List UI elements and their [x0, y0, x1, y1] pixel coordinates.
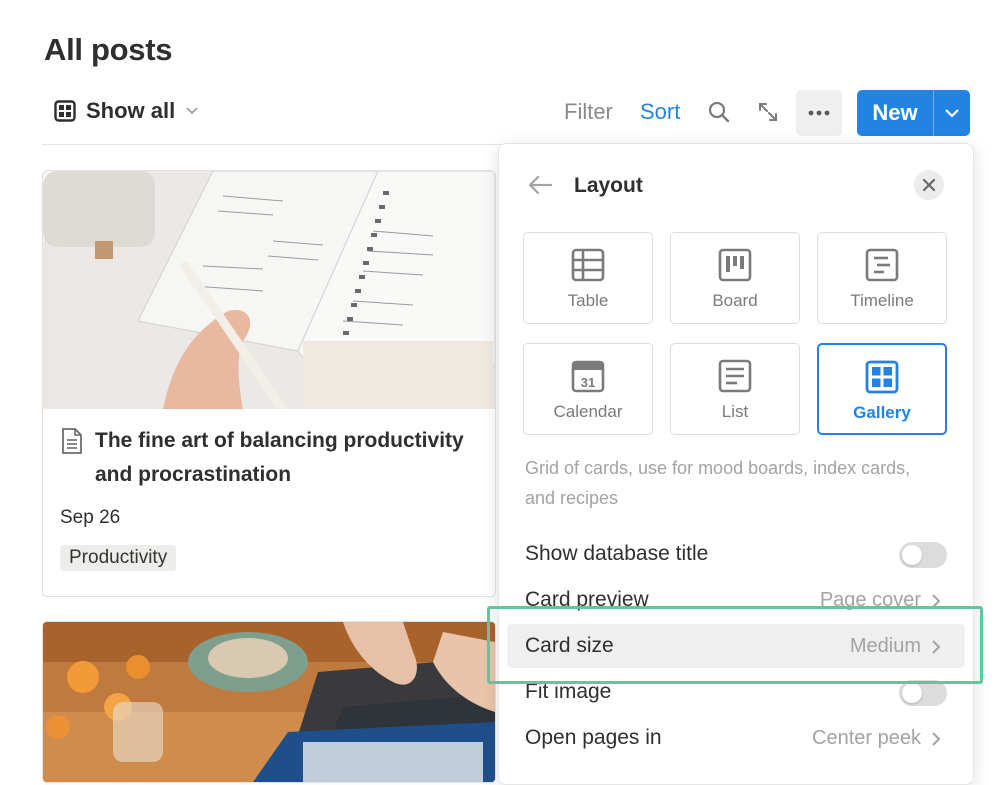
page-title: All posts [44, 32, 173, 67]
setting-label: Fit image [525, 680, 612, 703]
layout-option-label: Table [567, 291, 609, 310]
setting-label: Open pages in [525, 726, 662, 749]
expand-button[interactable] [750, 94, 786, 130]
card-tag: Productivity [60, 545, 177, 571]
card-title: The fine art of balancing productivity a… [61, 424, 481, 492]
back-button[interactable] [527, 174, 557, 200]
timeline-icon [865, 248, 899, 282]
setting-label: Card preview [525, 588, 649, 611]
new-button: New [857, 90, 970, 136]
calendar-icon: 31 [571, 360, 605, 393]
view-select[interactable]: Show all [54, 98, 199, 124]
page-icon [62, 428, 82, 454]
sort-button[interactable]: Sort [640, 99, 680, 125]
panel-title: Layout [574, 174, 643, 197]
layout-panel: Layout Table Board Timeline 31 Calendar … [498, 143, 974, 785]
setting-value: Medium [849, 635, 921, 657]
more-icon [808, 110, 830, 116]
setting-value: Center peek [812, 727, 921, 749]
setting-label: Card size [525, 634, 614, 657]
fit-image-toggle[interactable] [899, 680, 947, 706]
layout-option-calendar[interactable]: 31 Calendar [523, 343, 653, 435]
search-icon [708, 101, 730, 123]
close-icon [922, 178, 936, 192]
layout-option-label: List [721, 402, 749, 421]
show-database-title-row[interactable]: Show database title [507, 532, 965, 576]
setting-value: Page cover [819, 589, 921, 611]
gallery-card[interactable]: The fine art of balancing productivity a… [42, 170, 496, 597]
layout-option-label: Board [712, 291, 758, 310]
layout-option-label: Gallery [853, 403, 911, 422]
card-cover-image [43, 171, 495, 409]
new-dropdown-button[interactable] [933, 90, 970, 136]
layout-option-timeline[interactable]: Timeline [817, 232, 947, 324]
more-button[interactable] [796, 90, 842, 136]
gallery-icon [865, 360, 899, 394]
layout-option-label: Timeline [850, 291, 914, 310]
chevron-down-icon [186, 107, 198, 115]
chevron-right-icon [932, 639, 941, 654]
fit-image-row[interactable]: Fit image [507, 670, 965, 714]
expand-icon [759, 103, 777, 121]
layout-option-board[interactable]: Board [670, 232, 800, 324]
layout-option-gallery[interactable]: Gallery [817, 343, 947, 435]
search-button[interactable] [701, 94, 737, 130]
list-icon [718, 359, 752, 393]
chevron-right-icon [932, 731, 941, 746]
card-preview-row[interactable]: Card preview Page cover [507, 578, 965, 622]
chevron-down-icon [945, 109, 959, 118]
svg-text:31: 31 [581, 375, 595, 390]
view-select-label: Show all [86, 98, 176, 123]
card-title-text: The fine art of balancing productivity a… [95, 429, 464, 486]
arrow-left-icon [528, 175, 553, 195]
card-cover-image [43, 622, 495, 782]
layout-option-list[interactable]: List [670, 343, 800, 435]
toolbar-divider [42, 144, 502, 145]
filter-button[interactable]: Filter [564, 99, 613, 125]
database-view-icon [54, 100, 76, 122]
chevron-right-icon [932, 593, 941, 608]
new-button-label[interactable]: New [857, 90, 933, 136]
setting-label: Show database title [525, 542, 709, 565]
show-title-toggle[interactable] [899, 542, 947, 568]
layout-option-label: Calendar [553, 402, 623, 421]
card-date: Sep 26 [60, 507, 121, 528]
card-size-row[interactable]: Card size Medium [507, 624, 965, 668]
table-icon [571, 248, 605, 282]
gallery-card[interactable] [42, 621, 496, 783]
close-button[interactable] [914, 170, 944, 200]
layout-panel-header: Layout [499, 144, 973, 228]
open-pages-in-row[interactable]: Open pages in Center peek [507, 716, 965, 760]
board-icon [718, 248, 752, 282]
toolbar: Show all Filter Sort New [42, 90, 972, 138]
layout-option-table[interactable]: Table [523, 232, 653, 324]
layout-description: Grid of cards, use for mood boards, inde… [525, 458, 911, 508]
